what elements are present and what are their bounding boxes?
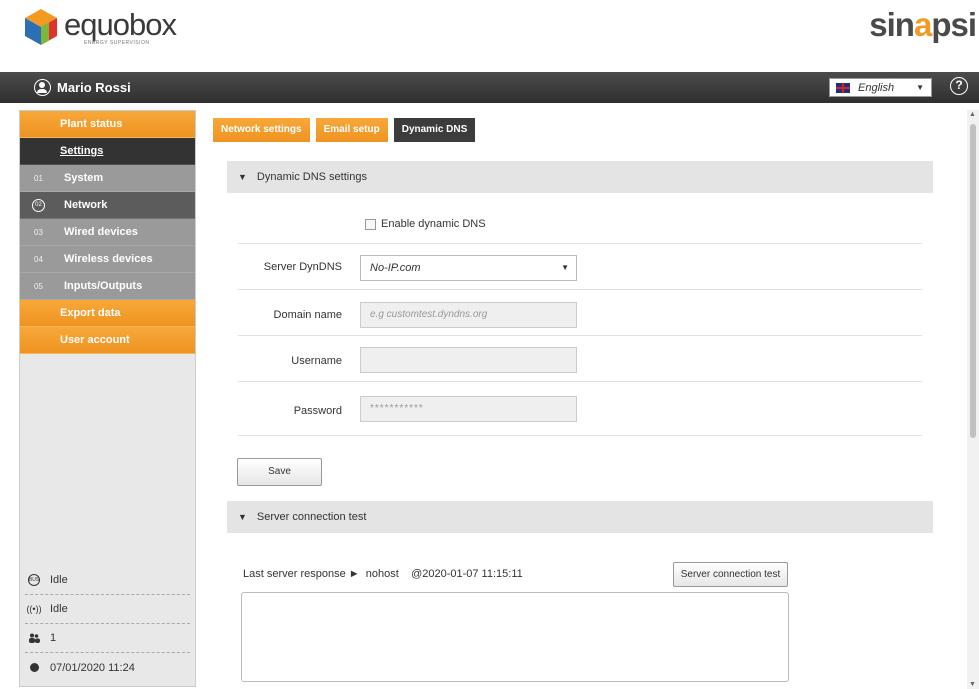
sidebar-item-export-data[interactable]: Export data (20, 300, 195, 327)
sidebar-item-number: 01 (34, 174, 43, 183)
status-text: Idle (50, 603, 68, 615)
sidebar-item-number: 05 (34, 282, 43, 291)
status-panel: BUS Idle ((•)) Idle 1 07/01/2020 11:24 (25, 566, 190, 682)
bus-icon: BUS (28, 574, 40, 586)
wireless-icon: ((•)) (26, 604, 42, 614)
sidebar-item-system[interactable]: 01 System (20, 165, 195, 192)
ddns-section-header[interactable]: ▼ Dynamic DNS settings (227, 161, 933, 193)
chevron-down-icon: ▼ (561, 263, 569, 272)
sidebar-nav: Plant status Settings 01 System 02 Network… (20, 111, 195, 354)
username-input[interactable] (360, 347, 577, 373)
username-label: Username (291, 355, 342, 367)
status-row-bus: BUS Idle (25, 566, 190, 595)
sidebar-item-wired-devices[interactable]: 03 Wired devices (20, 219, 195, 246)
tab-network-settings[interactable]: Network settings (213, 118, 310, 142)
sidebar-item-label: User account (60, 334, 130, 346)
status-row-clock: 07/01/2020 11:24 (25, 653, 190, 682)
sidebar-item-number: 03 (34, 228, 43, 237)
response-time: @2020-01-07 11:15:11 (411, 568, 523, 580)
collapse-triangle-icon: ▼ (238, 512, 247, 522)
chevron-down-icon: ▼ (916, 83, 924, 92)
sinapsi-logo: sinapsi (869, 6, 977, 44)
status-row-wireless: ((•)) Idle (25, 595, 190, 624)
sidebar-item-plant-status[interactable]: Plant status (20, 111, 195, 138)
tab-email-setup[interactable]: Email setup (315, 118, 388, 142)
enable-ddns-label: Enable dynamic DNS (381, 218, 486, 230)
user-name[interactable]: Mario Rossi (57, 80, 131, 95)
server-dyndns-select[interactable]: No-IP.com ▼ (360, 255, 577, 281)
server-response-textarea[interactable] (241, 592, 789, 682)
conn-test-section-header[interactable]: ▼ Server connection test (227, 501, 933, 533)
status-text: Idle (50, 574, 68, 586)
sidebar-item-number: 04 (34, 255, 43, 264)
response-label: Last server response ► (243, 568, 360, 580)
sidebar-item-label: Wireless devices (64, 253, 153, 265)
cube-icon (25, 9, 57, 45)
sidebar-item-label: Inputs/Outputs (64, 280, 143, 292)
tab-dynamic-dns[interactable]: Dynamic DNS (393, 118, 476, 142)
domain-row: Domain name e.g customtest.dyndns.org (238, 290, 922, 336)
users-icon (28, 632, 40, 644)
status-text: 1 (50, 632, 57, 644)
equobox-logo: equobox ENERGY SUPERVISION (24, 6, 177, 46)
section-title: Server connection test (256, 511, 367, 523)
brand-part-2: a (913, 6, 932, 43)
sidebar-item-label: Plant status (60, 118, 123, 130)
enable-ddns-checkbox[interactable] (365, 219, 376, 230)
status-text: 07/01/2020 11:24 (50, 661, 135, 674)
page-scrollbar[interactable]: ▲ ▼ (967, 110, 979, 689)
server-connection-test-button[interactable]: Server connection test (673, 562, 788, 587)
sidebar-item-network[interactable]: 02 Network (20, 192, 195, 219)
username-row: Username (238, 336, 922, 382)
brand-part-3: psi (931, 6, 977, 43)
response-value: nohost (365, 568, 399, 580)
server-value: No-IP.com (370, 262, 421, 274)
uk-flag-icon (836, 82, 850, 93)
sidebar-item-inputs-outputs[interactable]: 05 Inputs/Outputs (20, 273, 195, 300)
sidebar-item-label: System (64, 172, 104, 184)
server-row: Server DynDNS No-IP.com ▼ (238, 244, 922, 290)
sidebar-item-label: Export data (60, 307, 121, 319)
section-title: Dynamic DNS settings (256, 171, 367, 183)
domain-name-input[interactable]: e.g customtest.dyndns.org (360, 302, 577, 328)
language-select[interactable]: English ▼ (829, 78, 932, 97)
help-icon[interactable]: ? (950, 77, 968, 95)
collapse-triangle-icon: ▼ (238, 172, 247, 182)
password-row: Password *********** (238, 382, 922, 436)
clock-icon (30, 663, 39, 672)
password-input[interactable]: *********** (360, 396, 577, 422)
language-value: English (858, 81, 895, 94)
app-header: equobox ENERGY SUPERVISION sinapsi (0, 0, 979, 72)
sidebar-item-settings[interactable]: Settings (20, 138, 195, 165)
password-label: Password (293, 405, 342, 417)
sidebar-item-number: 02 (32, 199, 45, 212)
server-label: Server DynDNS (263, 261, 342, 273)
domain-label: Domain name (273, 309, 342, 321)
scroll-up-icon[interactable]: ▲ (969, 111, 976, 118)
last-server-response: Last server response ► nohost @2020-01-0… (243, 568, 523, 580)
scroll-down-icon[interactable]: ▼ (969, 681, 976, 688)
status-row-users: 1 (25, 624, 190, 653)
save-button[interactable]: Save (237, 458, 322, 486)
sidebar-item-wireless-devices[interactable]: 04 Wireless devices (20, 246, 195, 273)
brand-part-1: sin (869, 6, 915, 43)
sidebar-item-label: Wired devices (64, 226, 138, 238)
logo-name: equobox (64, 6, 177, 42)
enable-ddns-row: Enable dynamic DNS (238, 196, 922, 244)
sidebar-item-user-account[interactable]: User account (20, 327, 195, 354)
settings-tabs: Network settings Email setup Dynamic DNS (213, 118, 476, 142)
scroll-thumb[interactable] (970, 124, 976, 438)
sidebar: Plant status Settings 01 System 02 Network… (19, 110, 196, 687)
sidebar-item-label: Settings (60, 145, 104, 157)
user-icon[interactable] (34, 79, 51, 96)
sidebar-item-label: Network (64, 199, 108, 211)
